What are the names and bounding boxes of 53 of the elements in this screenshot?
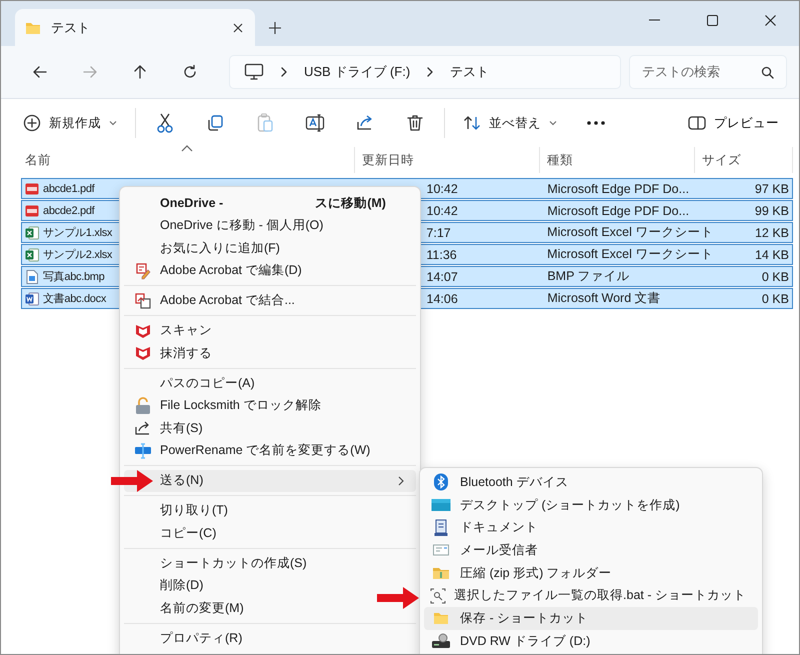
menu-item-text: メール受信者 xyxy=(460,542,538,559)
file-name: abcde2.pdf xyxy=(43,204,94,216)
file-type: Microsoft Edge PDF Do... xyxy=(547,182,690,196)
menu-item-text: 保存 - ショートカット xyxy=(460,610,588,627)
menu-item-text: Bluetooth デバイス xyxy=(460,474,568,491)
modified-time: 14:07 xyxy=(426,270,458,284)
menu-item-text: 切り取り(T) xyxy=(160,502,229,520)
menu-item-text: OneDrive - xyxy=(160,196,224,210)
menu-item-text: 抹消する xyxy=(160,344,213,362)
menu-item-text: 名前の変更(M) xyxy=(160,600,245,617)
search-placeholder: テストの検索 xyxy=(642,63,720,81)
menu-item-text: Adobe Acrobat で結合... xyxy=(160,292,296,310)
file-name: abcde1.pdf xyxy=(43,182,94,194)
menu-item-text: DVD RW ドライブ (D:) xyxy=(460,632,590,650)
file-name: 文書abc.docx xyxy=(43,292,106,306)
menu-item-text: File Locksmith でロック解除 xyxy=(160,397,322,414)
menu-item-text: Adobe Acrobat で編集(D) xyxy=(160,262,303,280)
file-size: 0 KB xyxy=(762,292,789,306)
menu-item-text: ドキュメント xyxy=(460,519,538,536)
file-size: 99 KB xyxy=(754,204,789,218)
file-size: 14 KB xyxy=(754,248,789,262)
menu-item-text: ショートカットの作成(S) xyxy=(160,554,308,572)
menu-item-text: デスクトップ (ショートカットを作成) xyxy=(460,496,680,514)
menu-item-text: 共有(S) xyxy=(160,420,204,437)
file-size: 0 KB xyxy=(762,270,789,284)
file-type: Microsoft Excel ワークシート xyxy=(547,224,714,241)
modified-time: 7:17 xyxy=(426,226,451,240)
tab-title: テスト xyxy=(51,18,91,36)
menu-item-text: お気に入りに追加(F) xyxy=(160,240,281,257)
menu-item-text: プロパティ(R) xyxy=(160,630,244,647)
file-type: Microsoft Word 文書 xyxy=(547,290,661,307)
menu-item-text: 送る(N) xyxy=(160,472,204,490)
file-name: 写真abc.bmp xyxy=(43,270,104,284)
file-type: BMP ファイル xyxy=(547,268,630,285)
file-size: 12 KB xyxy=(754,226,789,240)
modified-time: 10:42 xyxy=(426,182,458,196)
file-size: 97 KB xyxy=(754,182,789,196)
menu-item-text: コピー(C) xyxy=(160,524,218,542)
file-type: Microsoft Edge PDF Do... xyxy=(547,204,690,218)
menu-item-text: 選択したファイル一覧の取得.bat - ショートカット xyxy=(454,587,746,604)
menu-item-text: 削除(D) xyxy=(160,577,204,594)
modified-time: 10:42 xyxy=(426,204,458,218)
modified-time: 11:36 xyxy=(426,248,457,262)
menu-item-text: パスのコピー(A) xyxy=(160,374,256,392)
file-name: サンプル1.xlsx xyxy=(43,226,112,240)
menu-item-text: OneDrive に移動 - 個人用(O) xyxy=(160,217,324,234)
menu-item-text: スに移動(M) xyxy=(315,194,386,212)
file-type: Microsoft Excel ワークシート xyxy=(547,246,714,263)
menu-item-text: PowerRename で名前を変更する(W) xyxy=(160,442,372,460)
modified-time: 14:06 xyxy=(426,292,458,306)
file-name: サンプル2.xlsx xyxy=(43,248,112,262)
menu-item-text: 圧縮 (zip 形式) フォルダー xyxy=(460,564,612,582)
menu-item-text: スキャン xyxy=(160,322,213,340)
